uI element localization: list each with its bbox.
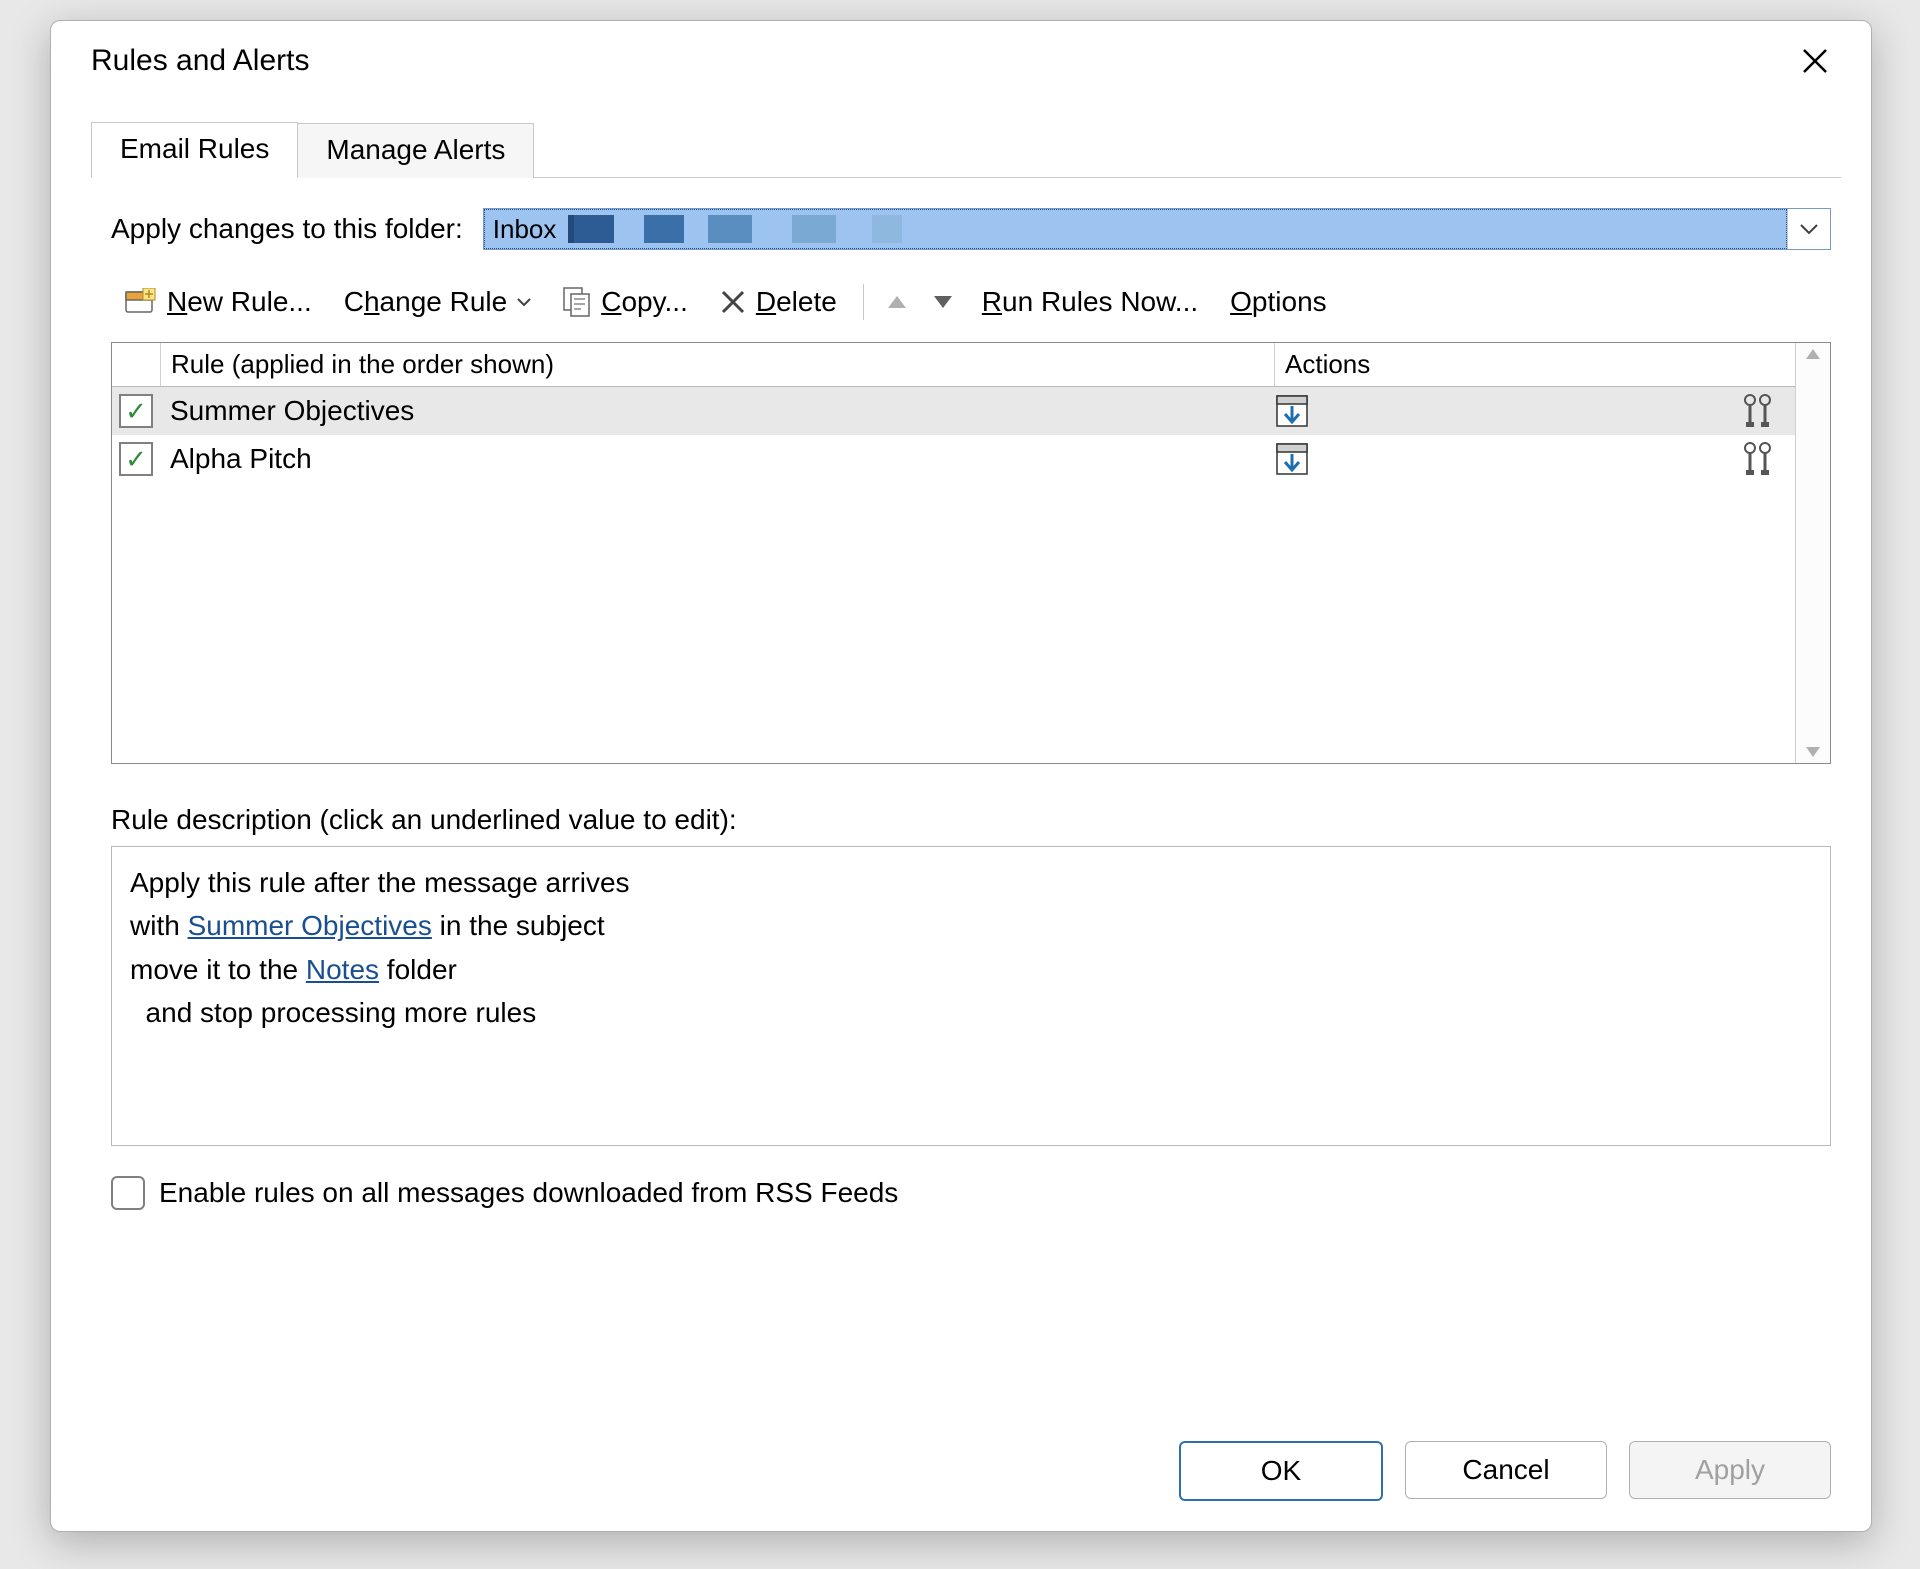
rss-checkbox[interactable] bbox=[111, 1176, 145, 1210]
rss-checkbox-label: Enable rules on all messages downloaded … bbox=[159, 1177, 898, 1209]
rules-list: Rule (applied in the order shown) Action… bbox=[111, 342, 1831, 764]
column-header-check[interactable] bbox=[112, 343, 161, 386]
rules-list-body: ✓ Summer Objectives bbox=[112, 387, 1795, 763]
rule-checkbox[interactable]: ✓ bbox=[112, 394, 160, 428]
triangle-down-icon bbox=[932, 294, 954, 310]
folder-value-link[interactable]: Notes bbox=[306, 954, 379, 985]
dialog-button-row: OK Cancel Apply bbox=[51, 1401, 1871, 1531]
new-rule-button[interactable]: New Rule... bbox=[111, 280, 326, 324]
description-line: Apply this rule after the message arrive… bbox=[130, 861, 1812, 904]
chevron-down-icon bbox=[517, 297, 531, 307]
rule-description-box: Apply this rule after the message arrive… bbox=[111, 846, 1831, 1146]
tab-strip: Email Rules Manage Alerts bbox=[91, 121, 1841, 178]
rule-description-label: Rule description (click an underlined va… bbox=[111, 804, 1831, 836]
description-line: with Summer Objectives in the subject bbox=[130, 904, 1812, 947]
ok-button[interactable]: OK bbox=[1179, 1441, 1383, 1501]
apply-button[interactable]: Apply bbox=[1629, 1441, 1831, 1499]
rule-row[interactable]: ✓ Summer Objectives bbox=[112, 387, 1795, 435]
delete-icon bbox=[720, 289, 746, 315]
close-button[interactable] bbox=[1787, 41, 1843, 81]
move-to-folder-icon bbox=[1275, 442, 1309, 476]
change-rule-button[interactable]: Change Rule bbox=[330, 280, 545, 324]
options-button[interactable]: Options bbox=[1216, 280, 1341, 324]
rule-row[interactable]: ✓ Alpha Pitch bbox=[112, 435, 1795, 483]
cancel-button[interactable]: Cancel bbox=[1405, 1441, 1607, 1499]
rules-and-alerts-dialog: Rules and Alerts Email Rules Manage Aler… bbox=[50, 20, 1872, 1532]
copy-icon bbox=[563, 287, 591, 317]
delete-rule-button[interactable]: Delete bbox=[706, 280, 851, 324]
rule-name: Alpha Pitch bbox=[160, 443, 1145, 475]
scroll-up-icon bbox=[1804, 347, 1822, 361]
folder-select[interactable]: Inbox bbox=[483, 208, 1831, 250]
close-icon bbox=[1801, 47, 1829, 75]
folder-select-body[interactable]: Inbox bbox=[484, 209, 1787, 249]
folder-dropdown-button[interactable] bbox=[1787, 209, 1830, 249]
redacted-folder-detail bbox=[568, 210, 902, 248]
chevron-down-icon bbox=[1800, 223, 1818, 235]
scroll-down-icon bbox=[1804, 745, 1822, 759]
folder-row: Apply changes to this folder: Inbox bbox=[111, 208, 1831, 250]
dialog-title: Rules and Alerts bbox=[91, 44, 309, 78]
move-to-folder-icon bbox=[1275, 394, 1309, 428]
run-rules-now-button[interactable]: Run Rules Now... bbox=[968, 280, 1212, 324]
wrench-icon bbox=[1741, 394, 1775, 428]
rule-checkbox[interactable]: ✓ bbox=[112, 442, 160, 476]
folder-label: Apply changes to this folder: bbox=[111, 213, 463, 245]
column-header-rule[interactable]: Rule (applied in the order shown) bbox=[161, 343, 1275, 386]
move-up-button[interactable] bbox=[876, 288, 918, 316]
folder-selected-value: Inbox bbox=[493, 214, 565, 245]
column-header-actions[interactable]: Actions bbox=[1275, 343, 1795, 386]
copy-rule-button[interactable]: Copy... bbox=[549, 280, 702, 324]
tab-email-rules[interactable]: Email Rules bbox=[91, 122, 298, 178]
rules-scrollbar[interactable] bbox=[1795, 343, 1830, 763]
titlebar: Rules and Alerts bbox=[51, 21, 1871, 91]
description-line: and stop processing more rules bbox=[130, 991, 1812, 1034]
toolbar-separator bbox=[863, 284, 864, 320]
rules-list-header: Rule (applied in the order shown) Action… bbox=[112, 343, 1795, 387]
checkmark-icon: ✓ bbox=[125, 398, 147, 424]
tab-manage-alerts[interactable]: Manage Alerts bbox=[297, 123, 534, 178]
checkmark-icon: ✓ bbox=[125, 446, 147, 472]
rule-name: Summer Objectives bbox=[160, 395, 1145, 427]
new-rule-icon bbox=[125, 288, 157, 316]
rss-checkbox-row[interactable]: Enable rules on all messages downloaded … bbox=[111, 1176, 1831, 1210]
wrench-icon bbox=[1741, 442, 1775, 476]
subject-value-link[interactable]: Summer Objectives bbox=[188, 910, 432, 941]
rules-toolbar: New Rule... Change Rule Copy... Delete bbox=[111, 280, 1831, 324]
move-down-button[interactable] bbox=[922, 288, 964, 316]
tab-content: Apply changes to this folder: Inbox bbox=[51, 178, 1871, 1401]
description-line: move it to the Notes folder bbox=[130, 948, 1812, 991]
triangle-up-icon bbox=[886, 294, 908, 310]
